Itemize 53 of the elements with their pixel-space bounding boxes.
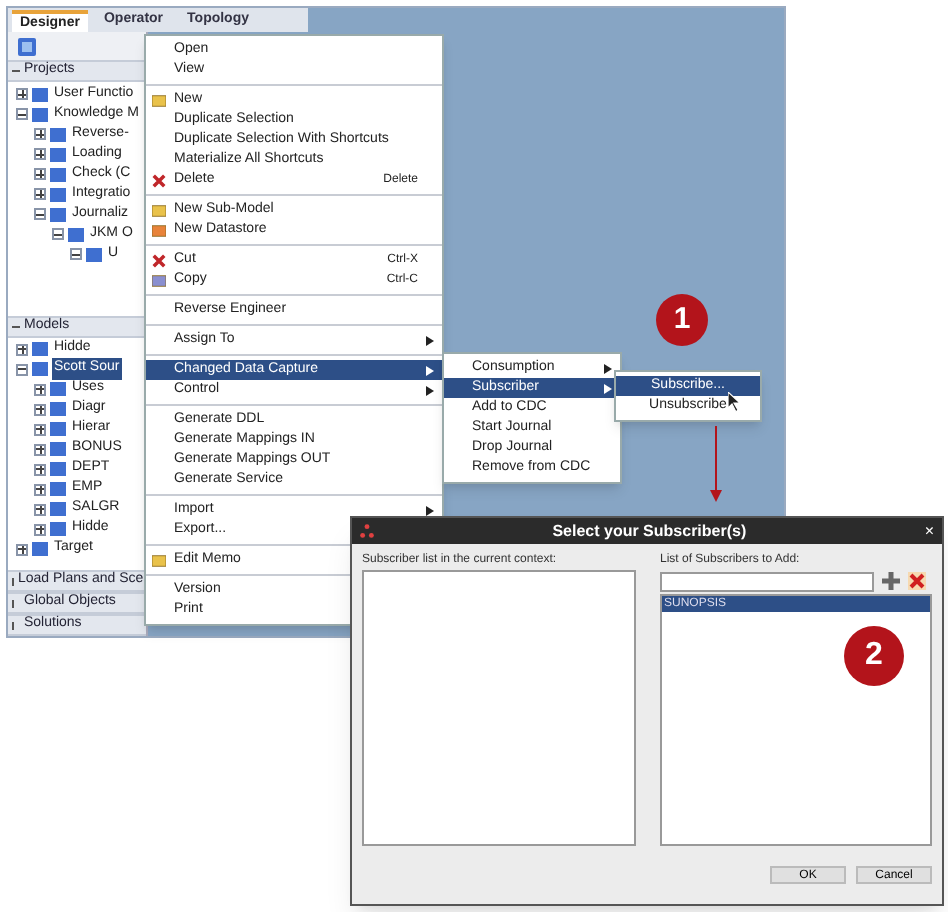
node-icon: [32, 107, 48, 121]
node-icon: [68, 227, 84, 241]
node-icon: [50, 382, 66, 396]
subscriber-input[interactable]: [660, 571, 874, 591]
node-icon: [50, 462, 66, 476]
expand-toggle[interactable]: [34, 403, 46, 415]
node-icon: [50, 402, 66, 416]
node-icon: [86, 247, 102, 261]
expand-toggle[interactable]: [34, 503, 46, 515]
expand-toggle[interactable]: [16, 543, 28, 555]
collapse-toggle[interactable]: [52, 228, 64, 240]
expand-toggle[interactable]: [34, 128, 46, 140]
expand-toggle[interactable]: [34, 148, 46, 160]
expand-toggle[interactable]: [34, 188, 46, 200]
expand-toggle[interactable]: [34, 463, 46, 475]
copy-icon: [152, 273, 166, 287]
node-icon: [50, 127, 66, 141]
node-icon: [50, 187, 66, 201]
node-icon: [50, 442, 66, 456]
expand-toggle[interactable]: [34, 423, 46, 435]
expand-toggle[interactable]: [16, 343, 28, 355]
node-icon: [50, 522, 66, 536]
node-icon: [50, 167, 66, 181]
node-icon: [50, 147, 66, 161]
close-button[interactable]: ×: [924, 523, 934, 539]
cut-icon: [152, 253, 166, 267]
collapse-toggle[interactable]: [16, 363, 28, 375]
mouse-cursor-icon: [728, 392, 742, 412]
expand-toggle[interactable]: [34, 443, 46, 455]
node-icon: [32, 542, 48, 556]
node-icon: [50, 422, 66, 436]
node-icon: [50, 207, 66, 221]
node-icon: [50, 482, 66, 496]
collapse-toggle[interactable]: [16, 108, 28, 120]
dialog-title: Select your Subscriber(s): [550, 519, 749, 543]
node-icon: [32, 87, 48, 101]
add-icon[interactable]: [882, 572, 900, 590]
collapse-toggle[interactable]: [34, 208, 46, 220]
subscriber-list[interactable]: [362, 570, 636, 846]
delete-icon: [152, 173, 166, 187]
expand-toggle[interactable]: [34, 483, 46, 495]
expand-toggle[interactable]: [34, 383, 46, 395]
node-icon: [32, 342, 48, 356]
expand-toggle[interactable]: [34, 523, 46, 535]
collapse-toggle[interactable]: [70, 248, 82, 260]
delete-icon[interactable]: [908, 572, 926, 590]
node-icon: [50, 502, 66, 516]
expand-toggle[interactable]: [34, 168, 46, 180]
node-icon: [32, 362, 48, 376]
toolbar-icon[interactable]: [18, 37, 36, 55]
app-logo-icon: [360, 524, 374, 538]
down-arrow: [710, 426, 722, 502]
expand-toggle[interactable]: [16, 88, 28, 100]
